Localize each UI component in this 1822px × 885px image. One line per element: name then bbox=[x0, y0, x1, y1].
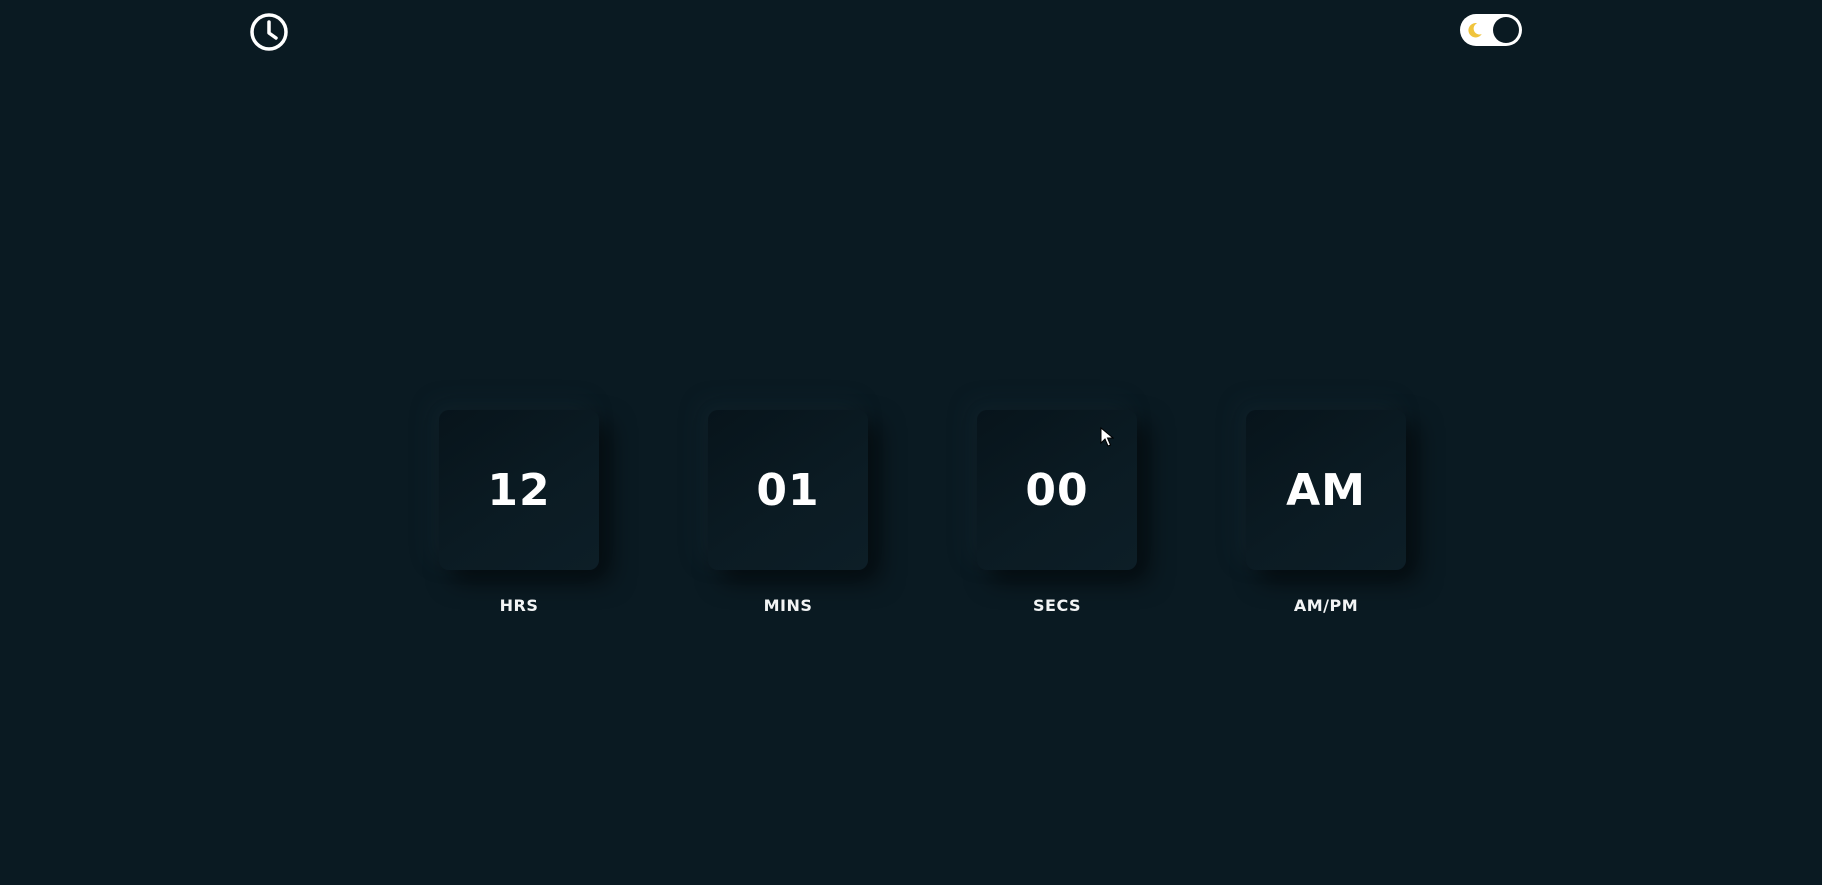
minutes-unit: 01 MINS bbox=[708, 410, 868, 615]
seconds-label: SECS bbox=[1032, 596, 1081, 615]
minutes-label: MINS bbox=[763, 596, 813, 615]
moon-icon bbox=[1466, 21, 1484, 39]
hours-value: 12 bbox=[487, 464, 551, 516]
digital-clock: 12 HRS 01 MINS 00 SECS AM AM/PM bbox=[439, 410, 1406, 615]
ampm-unit: AM AM/PM bbox=[1246, 410, 1406, 615]
seconds-value: 00 bbox=[1025, 464, 1089, 516]
hours-label: HRS bbox=[499, 596, 539, 615]
ampm-value: AM bbox=[1286, 464, 1366, 516]
minutes-card: 01 bbox=[708, 410, 868, 570]
mouse-cursor-icon bbox=[1100, 427, 1114, 447]
ampm-card: AM bbox=[1246, 410, 1406, 570]
minutes-value: 01 bbox=[756, 464, 820, 516]
ampm-label: AM/PM bbox=[1293, 596, 1359, 615]
theme-toggle[interactable] bbox=[1460, 14, 1522, 46]
toggle-knob[interactable] bbox=[1493, 17, 1519, 43]
clock-icon[interactable] bbox=[249, 12, 289, 52]
hours-card: 12 bbox=[439, 410, 599, 570]
hours-unit: 12 HRS bbox=[439, 410, 599, 615]
clock-page: 12 HRS 01 MINS 00 SECS AM AM/PM bbox=[0, 0, 1822, 885]
